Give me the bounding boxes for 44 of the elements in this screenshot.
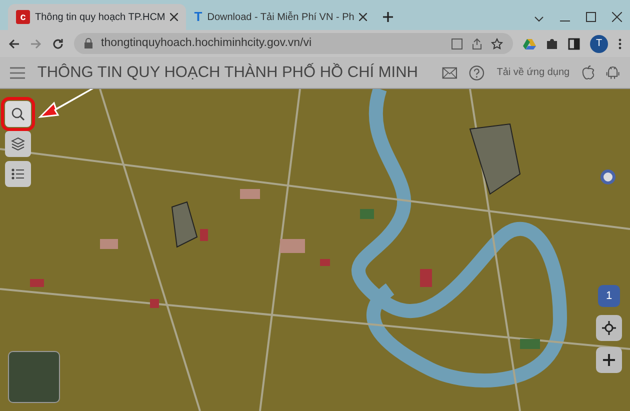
menu-icon[interactable] xyxy=(10,66,26,80)
plus-icon xyxy=(603,354,615,366)
list-icon xyxy=(11,167,25,181)
favicon: T xyxy=(194,8,202,26)
more-icon[interactable] xyxy=(618,38,622,50)
reload-icon[interactable] xyxy=(52,38,64,50)
sidebar-icon[interactable] xyxy=(568,38,580,50)
help-icon[interactable] xyxy=(469,64,485,82)
browser-tab[interactable]: T Download - Tải Miễn Phí VN - Ph xyxy=(186,4,376,30)
slider-thumb-icon[interactable] xyxy=(600,169,616,185)
search-button[interactable] xyxy=(5,101,31,127)
new-tab-icon[interactable] xyxy=(383,12,394,22)
count-badge: 1 xyxy=(598,285,620,307)
tab-title: Thông tin quy hoạch TP.HCM xyxy=(35,10,166,24)
legend-button[interactable] xyxy=(5,161,31,187)
download-app-label: Tải về ứng dụng xyxy=(496,66,570,80)
zoom-in-button[interactable] xyxy=(596,347,622,373)
layers-icon xyxy=(11,137,25,151)
mail-icon[interactable] xyxy=(442,66,458,80)
browser-tab[interactable]: c Thông tin quy hoạch TP.HCM xyxy=(8,4,186,30)
app-title: THÔNG TIN QUY HOẠCH THÀNH PHỐ HỒ CHÍ MINH xyxy=(37,62,418,83)
crosshair-icon xyxy=(602,321,616,335)
android-icon[interactable] xyxy=(606,64,620,81)
apple-icon[interactable] xyxy=(582,64,594,81)
profile-avatar[interactable]: T xyxy=(590,34,608,52)
url-text: thongtinquyhoach.hochiminhcity.gov.vn/vi xyxy=(101,36,312,51)
tab-title: Download - Tải Miễn Phí VN - Ph xyxy=(207,10,354,24)
minimize-icon[interactable] xyxy=(560,20,570,22)
lock-icon xyxy=(84,38,93,49)
minimap-thumbnail[interactable] xyxy=(8,351,60,403)
back-icon[interactable] xyxy=(8,38,20,50)
star-icon[interactable] xyxy=(491,38,503,50)
maximize-icon[interactable] xyxy=(586,12,596,22)
address-bar[interactable]: thongtinquyhoach.hochiminhcity.gov.vn/vi xyxy=(74,33,513,54)
chevron-down-icon[interactable] xyxy=(534,16,544,22)
locate-button[interactable] xyxy=(596,315,622,341)
layers-button[interactable] xyxy=(5,131,31,157)
search-icon xyxy=(11,107,25,121)
share-icon[interactable] xyxy=(471,38,483,50)
close-icon[interactable] xyxy=(612,12,622,22)
drive-icon[interactable] xyxy=(523,38,536,50)
close-icon[interactable] xyxy=(170,13,178,21)
favicon: c xyxy=(16,10,30,24)
close-icon[interactable] xyxy=(359,13,368,21)
